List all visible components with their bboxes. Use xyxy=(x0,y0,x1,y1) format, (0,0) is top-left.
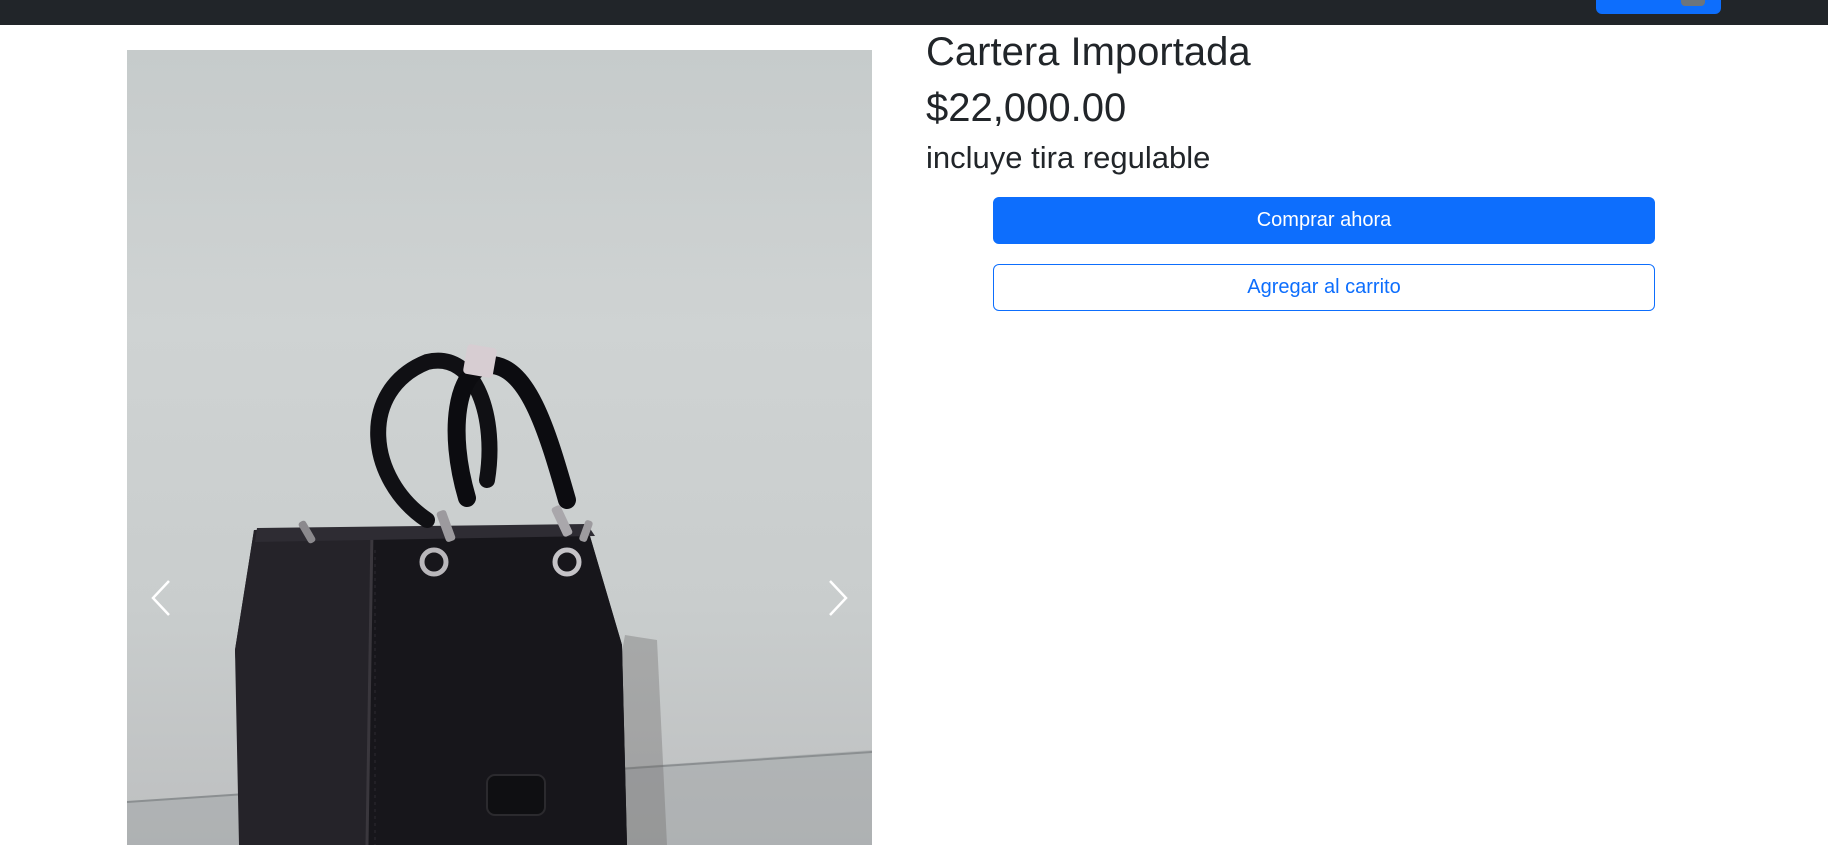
add-to-cart-button[interactable]: Agregar al carrito xyxy=(993,264,1655,311)
product-image xyxy=(127,344,872,845)
product-description: incluye tira regulable xyxy=(926,140,1211,175)
cart-count-badge xyxy=(1681,0,1705,6)
product-price: $22,000.00 xyxy=(926,86,1127,130)
product-details: Cartera Importada $22,000.00 incluye tir… xyxy=(926,26,1686,180)
chevron-right-icon xyxy=(829,580,848,616)
top-navbar xyxy=(0,0,1828,25)
carousel-next-button[interactable] xyxy=(818,570,858,626)
product-image-carousel[interactable] xyxy=(127,50,872,845)
buy-now-button[interactable]: Comprar ahora xyxy=(993,197,1655,244)
product-title: Cartera Importada xyxy=(926,30,1251,74)
carousel-prev-button[interactable] xyxy=(141,570,181,626)
navbar-cart-button[interactable] xyxy=(1596,0,1721,14)
chevron-left-icon xyxy=(151,580,170,616)
